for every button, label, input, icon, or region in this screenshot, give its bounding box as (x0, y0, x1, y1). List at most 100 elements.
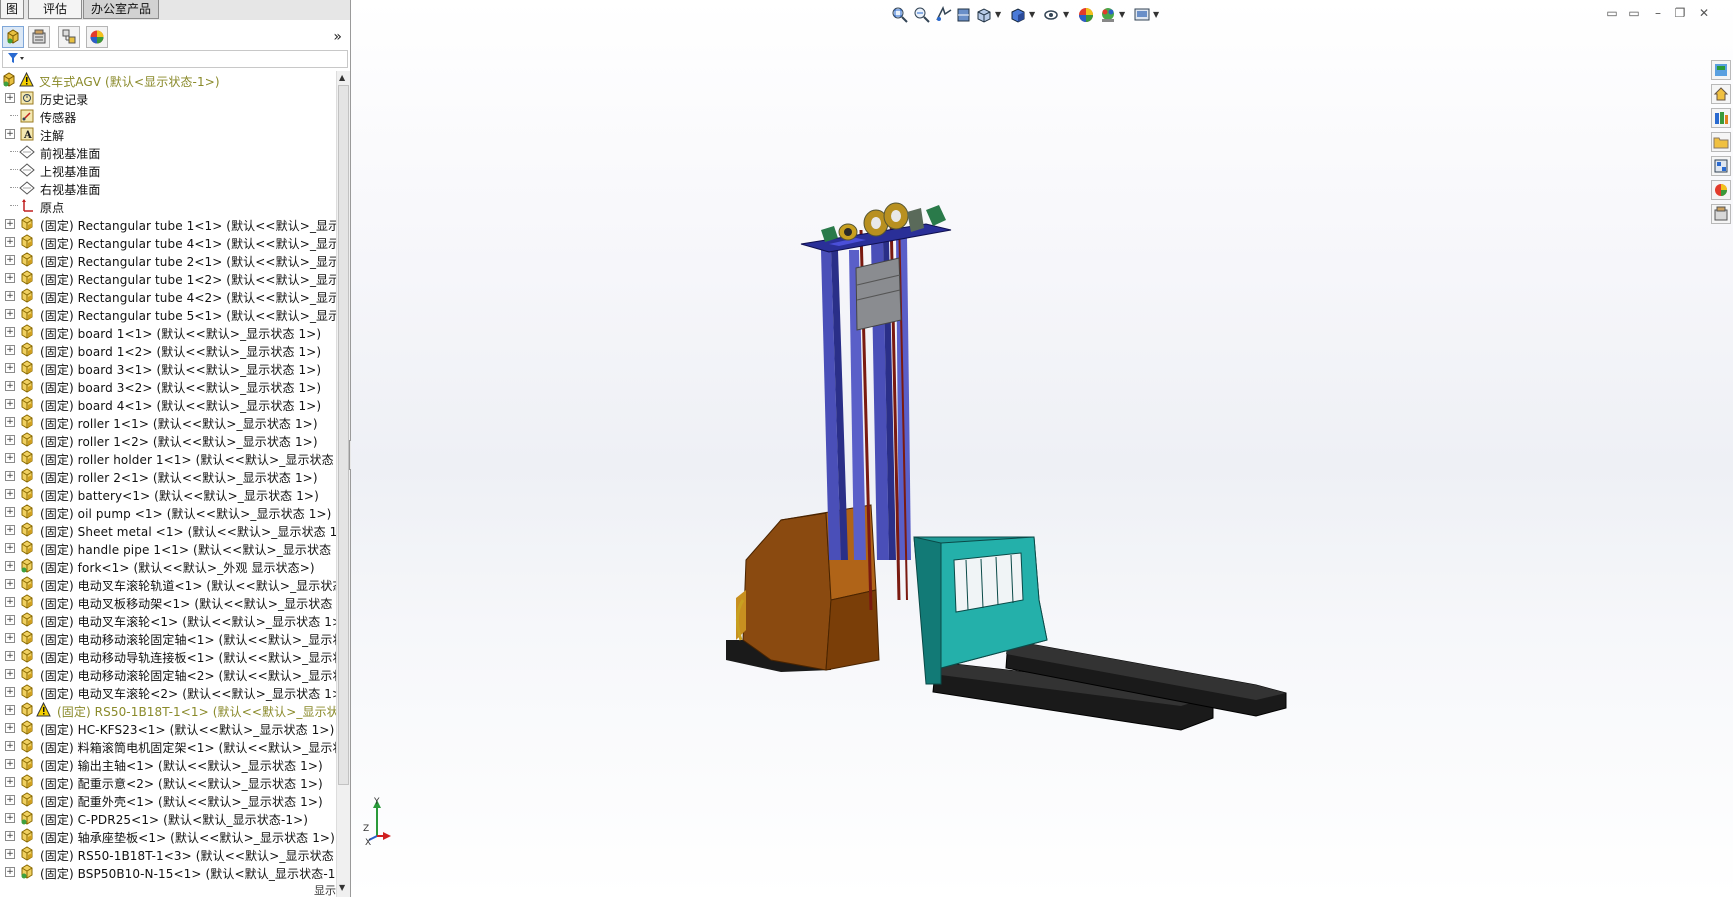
expand-toggle-icon[interactable]: + (5, 831, 15, 841)
tree-item[interactable]: + (固定) 料箱滚筒电机固定架<1> (默认<<默认>_显示状 (0, 737, 336, 755)
expand-toggle-icon[interactable]: + (5, 453, 15, 463)
tree-item[interactable]: + A 注解 (0, 125, 336, 143)
expand-toggle-icon[interactable]: + (5, 849, 15, 859)
tab-sketch[interactable]: 图 (0, 0, 24, 19)
feature-tree-icon[interactable] (2, 26, 24, 48)
forklift-agv-model[interactable] (351, 0, 1733, 897)
tree-item[interactable]: + (固定) 电动叉车滚轮<1> (默认<<默认>_显示状态 1>) (0, 611, 336, 629)
tab-office-products[interactable]: 办公室产品 (83, 0, 159, 19)
tree-item[interactable]: + (固定) RS50-1B18T-1<1> (默认<<默认>_显示状态 (0, 701, 336, 719)
expand-toggle-icon[interactable]: + (5, 291, 15, 301)
tree-item[interactable]: + (固定) Rectangular tube 4<2> (默认<<默认>_显示状 (0, 287, 336, 305)
expand-toggle-icon[interactable]: + (5, 93, 15, 103)
expand-toggle-icon[interactable]: + (5, 633, 15, 643)
expand-toggle-icon[interactable]: + (5, 363, 15, 373)
tree-item[interactable]: + (固定) roller 1<2> (默认<<默认>_显示状态 1>) (0, 431, 336, 449)
tree-item[interactable]: 原点 (0, 197, 336, 215)
tree-item[interactable]: + (固定) board 1<1> (默认<<默认>_显示状态 1>) (0, 323, 336, 341)
tree-item[interactable]: + (固定) fork<1> (默认<<默认>_外观 显示状态>) (0, 557, 336, 575)
tree-item[interactable]: + (固定) roller 2<1> (默认<<默认>_显示状态 1>) (0, 467, 336, 485)
filter-icon[interactable] (7, 52, 25, 67)
tree-item[interactable]: + (固定) board 3<1> (默认<<默认>_显示状态 1>) (0, 359, 336, 377)
expand-toggle-icon[interactable]: + (5, 561, 15, 571)
tree-item[interactable]: + (固定) 轴承座垫板<1> (默认<<默认>_显示状态 1>) (0, 827, 336, 845)
tree-item[interactable]: + (固定) 电动叉车滚轮轨道<1> (默认<<默认>_显示状态 (0, 575, 336, 593)
tree-item[interactable]: + (固定) C-PDR25<1> (默认<默认_显示状态-1>) (0, 809, 336, 827)
expand-toggle-icon[interactable]: + (5, 723, 15, 733)
expand-toggle-icon[interactable]: + (5, 327, 15, 337)
tree-item[interactable]: + (固定) HC-KFS23<1> (默认<<默认>_显示状态 1>) (0, 719, 336, 737)
tree-item[interactable]: 传感器 (0, 107, 336, 125)
expand-toggle-icon[interactable]: + (5, 651, 15, 661)
tree-item[interactable]: + (固定) battery<1> (默认<<默认>_显示状态 1>) (0, 485, 336, 503)
scroll-up-arrow-icon[interactable]: ▲ (339, 73, 345, 82)
tree-item[interactable]: + (固定) 电动叉板移动架<1> (默认<<默认>_显示状态 1 (0, 593, 336, 611)
expand-toggle-icon[interactable]: + (5, 237, 15, 247)
expand-toggle-icon[interactable]: + (5, 777, 15, 787)
tab-evaluate[interactable]: 评估 (28, 0, 82, 19)
tree-item[interactable]: 右视基准面 (0, 179, 336, 197)
expand-panel-button[interactable]: » (333, 29, 342, 45)
tree-item[interactable]: + (固定) 输出主轴<1> (默认<<默认>_显示状态 1>) (0, 755, 336, 773)
display-manager-icon[interactable] (86, 26, 108, 48)
expand-toggle-icon[interactable]: + (5, 813, 15, 823)
tree-item[interactable]: + 历史记录 (0, 89, 336, 107)
tree-item[interactable]: + (固定) Rectangular tube 4<1> (默认<<默认>_显示状 (0, 233, 336, 251)
expand-toggle-icon[interactable]: + (5, 471, 15, 481)
tree-item[interactable]: + (固定) RS50-1B18T-1<3> (默认<<默认>_显示状态 1 (0, 845, 336, 863)
tree-item[interactable]: + (固定) Rectangular tube 5<1> (默认<<默认>_显示状 (0, 305, 336, 323)
tree-item[interactable]: 前视基准面 (0, 143, 336, 161)
tree-item[interactable]: + (固定) 配重示意<2> (默认<<默认>_显示状态 1>) (0, 773, 336, 791)
tree-item[interactable]: + (固定) Rectangular tube 1<2> (默认<<默认>_显示状 (0, 269, 336, 287)
tree-item[interactable]: + (固定) 电动叉车滚轮<2> (默认<<默认>_显示状态 1>) (0, 683, 336, 701)
scroll-down-arrow-icon[interactable]: ▼ (339, 883, 345, 892)
tree-item[interactable]: + (固定) 电动移动滚轮固定轴<2> (默认<<默认>_显示状 (0, 665, 336, 683)
expand-toggle-icon[interactable]: + (5, 489, 15, 499)
expand-toggle-icon[interactable]: + (5, 255, 15, 265)
tree-root-assembly[interactable]: 叉车式AGV (默认<显示状态-1>) (0, 71, 336, 89)
tree-filter-input[interactable] (2, 50, 348, 68)
expand-toggle-icon[interactable]: + (5, 129, 15, 139)
expand-toggle-icon[interactable]: + (5, 219, 15, 229)
expand-toggle-icon[interactable]: + (5, 399, 15, 409)
expand-toggle-icon[interactable]: + (5, 435, 15, 445)
tree-item[interactable]: + (固定) board 4<1> (默认<<默认>_显示状态 1>) (0, 395, 336, 413)
expand-toggle-icon[interactable]: + (5, 759, 15, 769)
tree-item[interactable]: + (固定) board 3<2> (默认<<默认>_显示状态 1>) (0, 377, 336, 395)
expand-toggle-icon[interactable]: + (5, 381, 15, 391)
expand-toggle-icon[interactable]: + (5, 687, 15, 697)
expand-toggle-icon[interactable]: + (5, 543, 15, 553)
expand-toggle-icon[interactable]: + (5, 417, 15, 427)
tree-item[interactable]: + (固定) Rectangular tube 2<1> (默认<<默认>_显示状 (0, 251, 336, 269)
tree-item[interactable]: + (固定) 配重外壳<1> (默认<<默认>_显示状态 1>) (0, 791, 336, 809)
expand-toggle-icon[interactable]: + (5, 309, 15, 319)
tree-item[interactable]: + (固定) Sheet metal <1> (默认<<默认>_显示状态 1>) (0, 521, 336, 539)
tree-item[interactable]: + (固定) Rectangular tube 1<1> (默认<<默认>_显示状 (0, 215, 336, 233)
tree-item[interactable]: + (固定) BSP50B10-N-15<1> (默认<默认_显示状态-1>) (0, 863, 336, 881)
tree-scrollbar[interactable]: ▲ ▼ (336, 71, 350, 897)
tree-item[interactable]: 上视基准面 (0, 161, 336, 179)
tree-item[interactable]: + (固定) 电动移动导轨连接板<1> (默认<<默认>_显示状 (0, 647, 336, 665)
expand-toggle-icon[interactable]: + (5, 615, 15, 625)
tree-item[interactable]: + (固定) roller holder 1<1> (默认<<默认>_显示状态 1 (0, 449, 336, 467)
expand-toggle-icon[interactable]: + (5, 795, 15, 805)
expand-toggle-icon[interactable]: + (5, 867, 15, 877)
configuration-manager-icon[interactable] (58, 26, 80, 48)
tree-item[interactable]: + (固定) board 1<2> (默认<<默认>_显示状态 1>) (0, 341, 336, 359)
expand-toggle-icon[interactable]: + (5, 579, 15, 589)
expand-toggle-icon[interactable]: + (5, 273, 15, 283)
expand-toggle-icon[interactable]: + (5, 705, 15, 715)
property-manager-icon[interactable] (28, 26, 50, 48)
expand-toggle-icon[interactable]: + (5, 597, 15, 607)
expand-toggle-icon[interactable]: + (5, 669, 15, 679)
expand-toggle-icon[interactable]: + (5, 507, 15, 517)
tree-item[interactable]: + (固定) roller 1<1> (默认<<默认>_显示状态 1>) (0, 413, 336, 431)
graphics-viewport[interactable]: ▼ ▼ ▼ ▼ ▼ ▭ ▭ – ❐ ✕ Y Z X (351, 0, 1733, 897)
expand-toggle-icon[interactable]: + (5, 741, 15, 751)
tree-item[interactable]: + (固定) 电动移动滚轮固定轴<1> (默认<<默认>_显示状 (0, 629, 336, 647)
tree-item[interactable]: + (固定) handle pipe 1<1> (默认<<默认>_显示状态 1> (0, 539, 336, 557)
tree-item[interactable]: + (固定) oil pump <1> (默认<<默认>_显示状态 1>) (0, 503, 336, 521)
expand-toggle-icon[interactable]: + (5, 345, 15, 355)
scrollbar-thumb[interactable] (338, 85, 349, 785)
expand-toggle-icon[interactable]: + (5, 525, 15, 535)
